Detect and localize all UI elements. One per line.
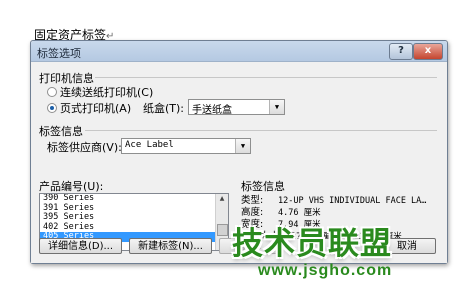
tray-value: 手送纸盒	[192, 105, 232, 116]
watermark-url: www.jsgho.com	[258, 262, 393, 279]
dialog-title: 标签选项	[37, 47, 81, 60]
label-info-divider	[85, 130, 437, 131]
scroll-up-icon[interactable]: ▲	[216, 194, 228, 204]
close-button[interactable]: x	[413, 43, 443, 60]
chevron-down-icon[interactable]: ▼	[235, 139, 250, 153]
page-printer-radio[interactable]	[47, 103, 57, 113]
details-button[interactable]: 详细信息(D)...	[39, 238, 122, 254]
product-number-heading: 产品编号(U):	[39, 180, 104, 193]
tray-label: 纸盒(T):	[143, 102, 185, 115]
help-button[interactable]: ?	[389, 43, 413, 60]
printer-info-divider	[95, 77, 437, 78]
new-label-button[interactable]: 新建标签(N)...	[129, 238, 212, 254]
vendor-label: 标签供应商(V):	[47, 141, 122, 154]
scroll-thumb[interactable]	[217, 224, 228, 236]
page-printer-label[interactable]: 页式打印机(A)	[60, 100, 131, 116]
continuous-printer-label[interactable]: 连续送纸打印机(C)	[60, 84, 153, 100]
tray-dropdown[interactable]: 手送纸盒 ▼	[188, 99, 285, 116]
continuous-printer-radio[interactable]	[47, 87, 57, 97]
dialog-titlebar[interactable]: 标签选项 ? x	[31, 41, 447, 62]
watermark-brand: 技术员联盟	[232, 226, 392, 262]
chevron-down-icon[interactable]: ▼	[269, 100, 284, 114]
vendor-dropdown[interactable]: Ace Label ▼	[121, 138, 251, 154]
vendor-value: Ace Label	[125, 140, 174, 150]
label-info-heading: 标签信息	[39, 125, 83, 138]
